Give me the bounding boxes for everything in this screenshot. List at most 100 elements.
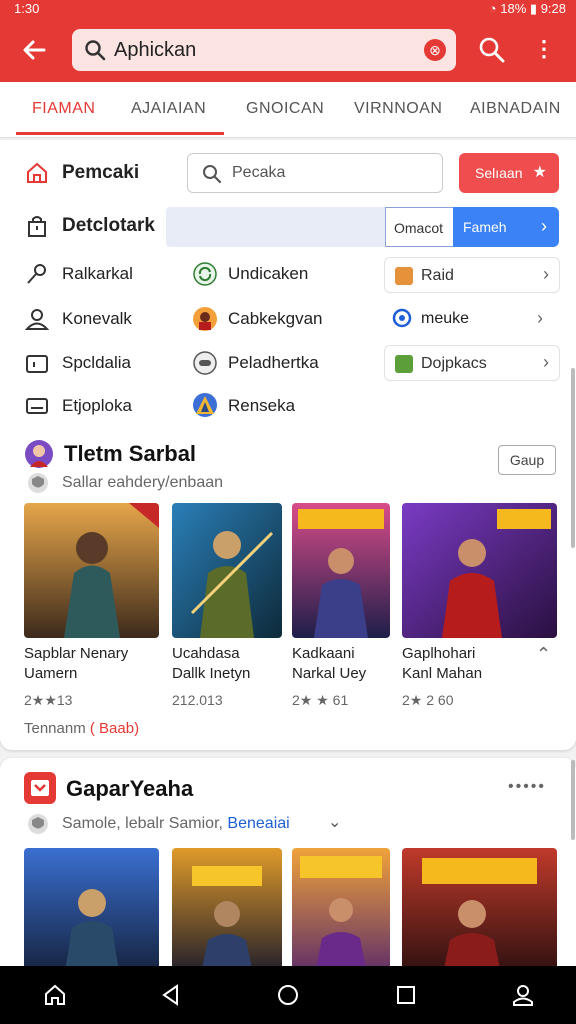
home-circle-icon[interactable] — [275, 982, 301, 1008]
section1-title: Tletm Sarbal — [64, 441, 197, 466]
battery-icon: ▮ — [529, 1, 541, 16]
option-right-1[interactable]: meuke — [421, 310, 469, 328]
card-icon — [26, 398, 48, 414]
game-thumbnail-7[interactable] — [402, 848, 557, 978]
app-icon — [395, 355, 413, 373]
game-name-2: Kadkaani — [292, 645, 355, 662]
tab-3[interactable]: VIRNNOAN — [354, 100, 442, 118]
game-rating-3: 2★ 2 60 — [402, 692, 454, 708]
bag-icon — [28, 216, 46, 237]
app-bar: Aphickan ⊗ ⋮ — [0, 18, 576, 82]
more-horiz-icon[interactable]: ••••• — [508, 778, 546, 796]
option-right-label-2: Dojpkacs — [421, 355, 487, 372]
profile-icon[interactable] — [510, 982, 536, 1008]
game-name-0: Sapblar Nenary — [24, 645, 129, 662]
status-clock: 9:28 — [540, 1, 566, 16]
search-input[interactable]: Aphickan — [114, 39, 196, 62]
tab-2[interactable]: GNOICAN — [246, 100, 324, 118]
game-rating-0: 2★★13 — [24, 692, 73, 708]
group-button[interactable]: Gaup — [498, 445, 556, 475]
chevron-right-icon: › — [543, 264, 549, 284]
section2-subtitle-link[interactable]: Beneaiai — [227, 815, 289, 832]
tab-indicator — [16, 132, 224, 135]
footer-text[interactable]: Tennanm ( Baab) — [24, 720, 139, 737]
option-mid-2[interactable]: Peladhertka — [228, 353, 319, 373]
back-icon[interactable] — [158, 982, 184, 1008]
slot-input[interactable]: Omacot — [385, 207, 455, 247]
game-thumbnail-5[interactable] — [172, 848, 282, 978]
option-left-1[interactable]: Konevalk — [62, 309, 132, 329]
search-icon — [203, 165, 222, 184]
option-mid-3[interactable]: Renseka — [228, 396, 295, 416]
gamepad-icon — [193, 351, 217, 375]
game-thumbnail-4[interactable] — [24, 848, 159, 978]
back-arrow-icon[interactable] — [18, 34, 50, 66]
filter-card: Pemcaki Pecaka Selıaan ★ Detclotark Omac… — [0, 140, 576, 750]
target-icon — [392, 308, 412, 328]
option-right-label-0: Raid — [421, 267, 454, 284]
option-mid-1[interactable]: Cabkekgvan — [228, 309, 323, 329]
section2-title: GaparYeaha — [66, 776, 194, 801]
game-thumbnail-1[interactable] — [172, 503, 282, 638]
tab-0[interactable]: FIAMAN — [32, 100, 95, 118]
game-name-3: Gaplhohari — [402, 645, 476, 662]
option-left-0[interactable]: Ralkarkal — [62, 264, 133, 284]
option-mid-0[interactable]: Undicaken — [228, 264, 308, 284]
key-icon — [27, 264, 46, 284]
section1-subtitle: Sallar eahdery/enbaan — [62, 474, 224, 491]
game-sub-3: Kanl Mahan — [402, 665, 483, 682]
battery-text: 18% — [500, 1, 527, 16]
clear-icon[interactable]: ⊗ — [424, 39, 446, 61]
game-sub-0: Uamern — [24, 665, 78, 682]
search-icon[interactable] — [478, 36, 506, 64]
status-right: ◔ 18% ▮ 9:28 — [489, 1, 566, 17]
chevron-up-icon[interactable]: ⌃ — [536, 644, 551, 665]
chevron-right-icon: › — [541, 216, 547, 236]
tab-1[interactable]: AJAIAIAN — [131, 100, 206, 118]
tab-4[interactable]: AIBNADAIN — [470, 100, 561, 118]
section2-subtitle-text: Samole, lebalr Samior, — [62, 815, 223, 832]
game-thumbnail-3[interactable] — [402, 503, 557, 638]
option-right-0[interactable]: Raid › — [384, 257, 560, 293]
star-icon: ★ — [532, 164, 547, 181]
app-icon — [395, 267, 413, 285]
section-avatar — [25, 440, 53, 468]
select-button-label: Selıaan — [475, 165, 523, 181]
option-left-2[interactable]: Spcldalia — [62, 353, 131, 373]
game-thumbnail-0[interactable] — [24, 503, 159, 638]
option-right-2[interactable]: Dojpkacs › — [384, 345, 560, 381]
avatar-icon — [193, 307, 217, 331]
system-nav-bar — [0, 966, 576, 1024]
game-thumbnail-2[interactable] — [292, 503, 390, 638]
game-rating-2: 2★ ★ 61 — [292, 692, 349, 708]
filter-search-field[interactable]: Pecaka — [187, 153, 443, 193]
chevron-down-icon[interactable]: ⌄ — [328, 812, 341, 832]
select-button[interactable]: Selıaan ★ — [459, 153, 559, 193]
chevron-right-icon[interactable]: › — [537, 308, 543, 329]
search-icon — [85, 40, 106, 61]
app-logo-icon — [24, 772, 56, 804]
game-name-1: Ucahdasa — [172, 645, 240, 662]
footer-link[interactable]: ( Baab) — [90, 720, 139, 737]
footer-text-label: Tennanm — [24, 720, 86, 737]
status-time: 1:30 — [14, 1, 40, 16]
shield-icon — [28, 473, 48, 493]
recents-icon[interactable] — [393, 982, 419, 1008]
option-left-3[interactable]: Etjoploka — [62, 396, 132, 416]
more-vert-icon[interactable]: ⋮ — [533, 36, 555, 64]
game-thumbnail-6[interactable] — [292, 848, 390, 978]
game-rating-1: 212.013 — [172, 692, 223, 708]
section2-subtitle: Samole, lebalr Samior, Beneaiai — [62, 815, 290, 833]
folder-icon — [26, 355, 48, 373]
slot-button[interactable]: Fameh › — [453, 207, 559, 247]
refresh-icon — [193, 262, 217, 286]
filter-search-placeholder: Pecaka — [232, 164, 286, 181]
section2-card: GaparYeaha ••••• Samole, lebalr Samior, … — [0, 758, 576, 978]
slot-button-label: Fameh — [463, 219, 507, 235]
scrollbar[interactable] — [571, 368, 575, 548]
search-bar[interactable]: Aphickan ⊗ — [72, 29, 456, 71]
home-icon[interactable] — [42, 982, 68, 1008]
scrollbar[interactable] — [571, 760, 575, 840]
tab-bar: FIAMAN AJAIAIAN GNOICAN VIRNNOAN AIBNADA… — [0, 82, 576, 138]
shield-icon — [28, 814, 48, 834]
